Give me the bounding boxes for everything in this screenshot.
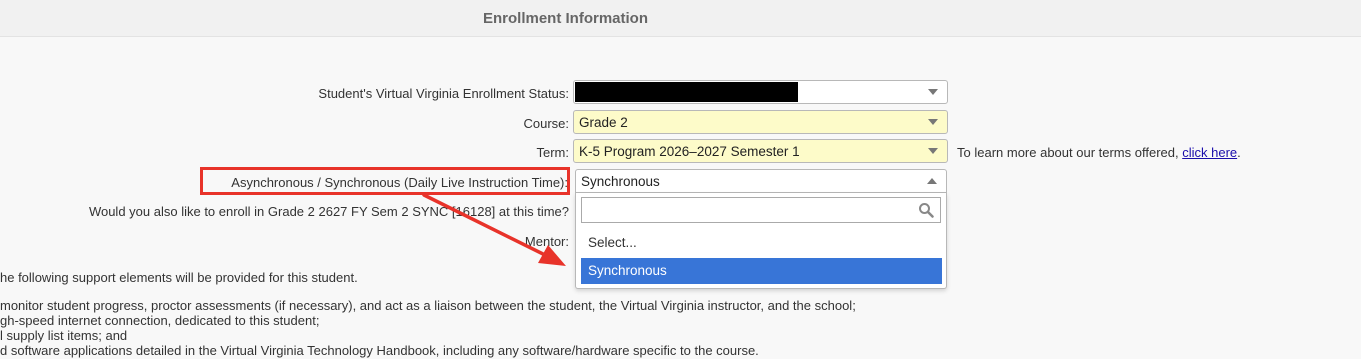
annotation-arrow-icon	[422, 193, 566, 266]
